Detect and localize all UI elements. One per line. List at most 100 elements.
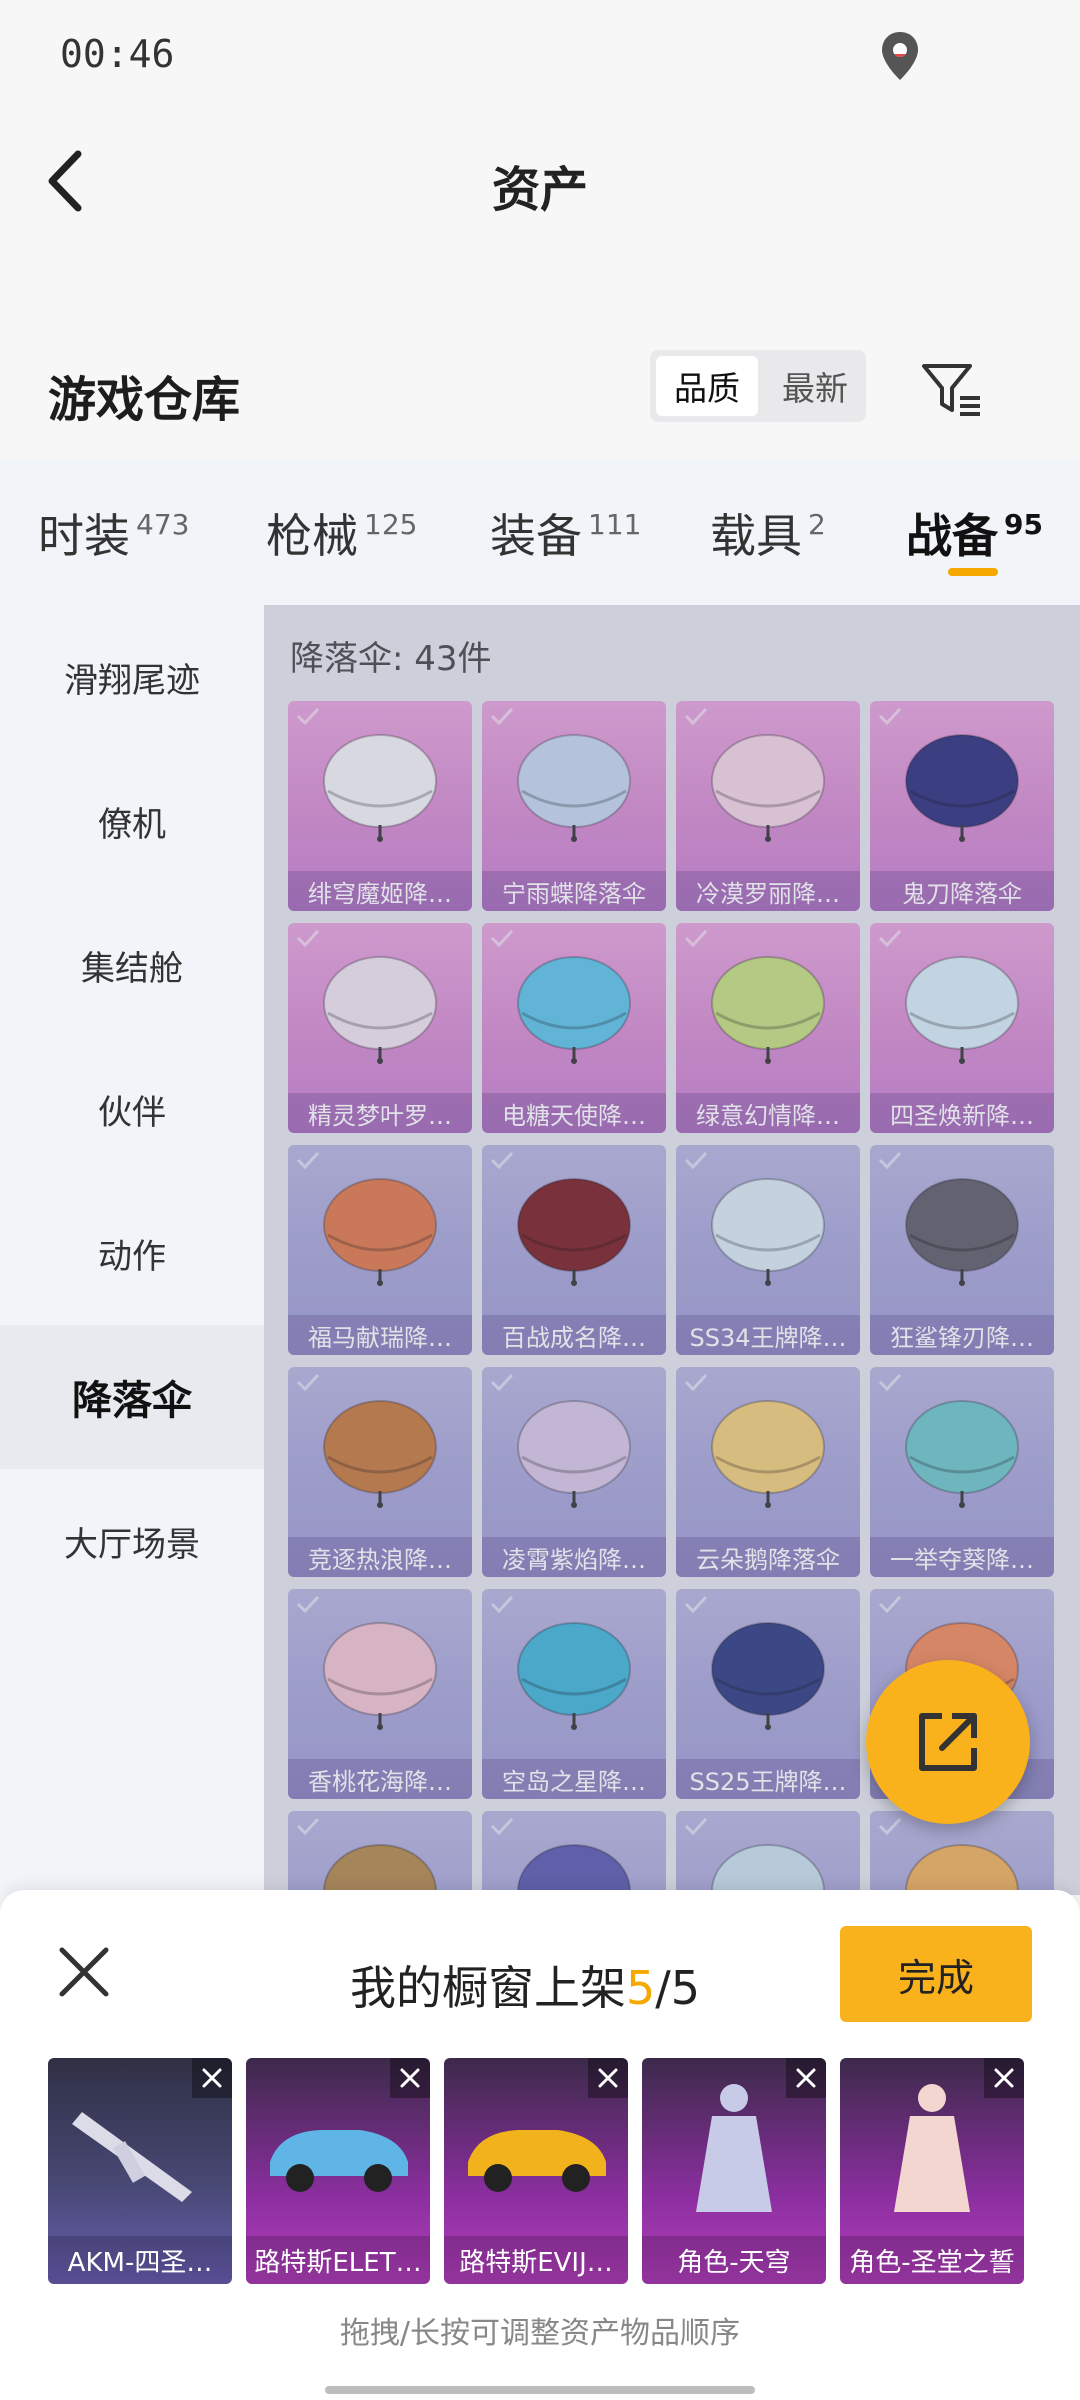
sidebar-item-companion[interactable]: 伙伴 (0, 1037, 264, 1181)
showcase-sheet: 我的橱窗上架5/5 完成 AKM-四圣… 路特斯ELET… 路特斯EVIJ… 角色-天… (0, 1890, 1080, 2400)
parachute-item-name: 宁雨蝶降落伞 (482, 871, 666, 911)
parachute-item[interactable] (482, 1811, 666, 1895)
parachute-icon (517, 1844, 631, 1895)
tab-equipment[interactable]: 装备 111 (490, 500, 641, 566)
showcase-title: 我的橱窗上架5/5 (350, 1952, 700, 2018)
check-icon (296, 1151, 320, 1169)
parachute-icon (323, 1178, 437, 1286)
sort-option-latest[interactable]: 最新 (764, 350, 866, 422)
check-icon (878, 1817, 902, 1835)
sidebar-item-emote[interactable]: 动作 (0, 1181, 264, 1325)
check-icon (878, 1151, 902, 1169)
tab-battle-prep[interactable]: 战备 95 (906, 500, 1043, 566)
parachute-icon (711, 1178, 825, 1286)
remove-item-button[interactable] (984, 2058, 1024, 2098)
parachute-item[interactable]: 云朵鹅降落伞 (676, 1367, 860, 1577)
remove-item-button[interactable] (786, 2058, 826, 2098)
showcase-item[interactable]: AKM-四圣… (48, 2058, 232, 2284)
check-icon (490, 1817, 514, 1835)
category-tabs: 时装 473 枪械 125 装备 111 载具 2 战备 95 (0, 460, 1080, 605)
parachute-item-name: 绯穹魔姬降… (288, 871, 472, 911)
parachute-icon (323, 1622, 437, 1730)
parachute-item[interactable]: 空岛之星降… (482, 1589, 666, 1799)
parachute-icon (905, 1400, 1019, 1508)
check-icon (878, 1373, 902, 1391)
parachute-item[interactable]: 冷漠罗丽降… (676, 701, 860, 911)
remove-item-button[interactable] (588, 2058, 628, 2098)
reorder-hint: 拖拽/长按可调整资产物品顺序 (339, 2316, 741, 2351)
showcase-item[interactable]: 角色-圣堂之誓 (840, 2058, 1024, 2284)
sidebar-item-wingman[interactable]: 僚机 (0, 749, 264, 893)
check-icon (296, 929, 320, 947)
parachute-item[interactable]: 福马献瑞降… (288, 1145, 472, 1355)
parachute-item[interactable]: 一举夺葵降… (870, 1367, 1054, 1577)
parachute-item[interactable]: 宁雨蝶降落伞 (482, 701, 666, 911)
parachute-item[interactable]: SS34王牌降… (676, 1145, 860, 1355)
nav-bar: 资产 (0, 110, 1080, 250)
tab-fashion[interactable]: 时装 473 (38, 500, 189, 566)
showcase-count-separator: / (655, 1961, 671, 2015)
close-icon[interactable] (56, 1944, 112, 2000)
status-time: 00:46 (60, 32, 175, 76)
status-bar: 00:46 (0, 0, 1080, 110)
parachute-item[interactable]: 竞逐热浪降… (288, 1367, 472, 1577)
parachute-item[interactable]: 凌霄紫焰降… (482, 1367, 666, 1577)
showcase-item-label: 角色-天穹 (642, 2236, 826, 2284)
sidebar-item-glide-trail[interactable]: 滑翔尾迹 (0, 605, 264, 749)
parachute-item[interactable]: 绯穹魔姬降… (288, 701, 472, 911)
repo-title: 游戏仓库 (48, 372, 241, 428)
parachute-icon (517, 1400, 631, 1508)
parachute-item[interactable] (870, 1811, 1054, 1895)
item-count-label: 降落伞: 43件 (290, 639, 492, 679)
showcase-item-label: 路特斯ELET… (246, 2236, 430, 2284)
close-icon (994, 2068, 1014, 2088)
parachute-item[interactable] (676, 1811, 860, 1895)
home-indicator[interactable] (325, 2386, 755, 2394)
parachute-item[interactable]: 百战成名降… (482, 1145, 666, 1355)
parachute-icon (323, 1844, 437, 1895)
parachute-item[interactable]: 精灵梦叶罗… (288, 923, 472, 1133)
parachute-item[interactable]: 绿意幻情降… (676, 923, 860, 1133)
showcase-item[interactable]: 路特斯EVIJ… (444, 2058, 628, 2284)
tab-vehicles[interactable]: 载具 2 (710, 500, 826, 566)
close-icon (202, 2068, 222, 2088)
check-icon (878, 929, 902, 947)
parachute-item-name: 鬼刀降落伞 (870, 871, 1054, 911)
remove-item-button[interactable] (192, 2058, 232, 2098)
check-icon (684, 707, 708, 725)
check-icon (878, 707, 902, 725)
parachute-item-name: 一举夺葵降… (870, 1537, 1054, 1577)
tab-guns[interactable]: 枪械 125 (266, 500, 417, 566)
check-icon (490, 1595, 514, 1613)
share-button[interactable] (866, 1660, 1030, 1824)
parachute-icon (711, 956, 825, 1064)
parachute-item[interactable] (288, 1811, 472, 1895)
check-icon (490, 929, 514, 947)
tab-active-indicator (948, 568, 998, 576)
parachute-item[interactable]: SS25王牌降… (676, 1589, 860, 1799)
parachute-item-name: 香桃花海降… (288, 1759, 472, 1799)
parachute-item-name: 电糖天使降… (482, 1093, 666, 1133)
showcase-item[interactable]: 路特斯ELET… (246, 2058, 430, 2284)
parachute-icon (517, 1178, 631, 1286)
showcase-item-label: AKM-四圣… (48, 2236, 232, 2284)
showcase-total-count: 5 (670, 1961, 701, 2015)
showcase-item[interactable]: 角色-天穹 (642, 2058, 826, 2284)
sort-option-quality[interactable]: 品质 (656, 356, 758, 416)
done-button[interactable]: 完成 (840, 1926, 1032, 2022)
remove-item-button[interactable] (390, 2058, 430, 2098)
parachute-item[interactable]: 狂鲨锋刃降… (870, 1145, 1054, 1355)
sidebar-item-rally-pod[interactable]: 集结舱 (0, 893, 264, 1037)
parachute-item[interactable]: 香桃花海降… (288, 1589, 472, 1799)
parachute-icon (711, 734, 825, 842)
parachute-item[interactable]: 四圣焕新降… (870, 923, 1054, 1133)
sidebar-item-parachute[interactable]: 降落伞 (0, 1325, 264, 1469)
sidebar-item-lobby-scene[interactable]: 大厅场景 (0, 1469, 264, 1613)
filter-icon[interactable] (920, 358, 984, 422)
parachute-item[interactable]: 鬼刀降落伞 (870, 701, 1054, 911)
check-icon (684, 1151, 708, 1169)
parachute-item[interactable]: 电糖天使降… (482, 923, 666, 1133)
parachute-item-name: 凌霄紫焰降… (482, 1537, 666, 1577)
parachute-icon (517, 956, 631, 1064)
parachute-icon (323, 734, 437, 842)
